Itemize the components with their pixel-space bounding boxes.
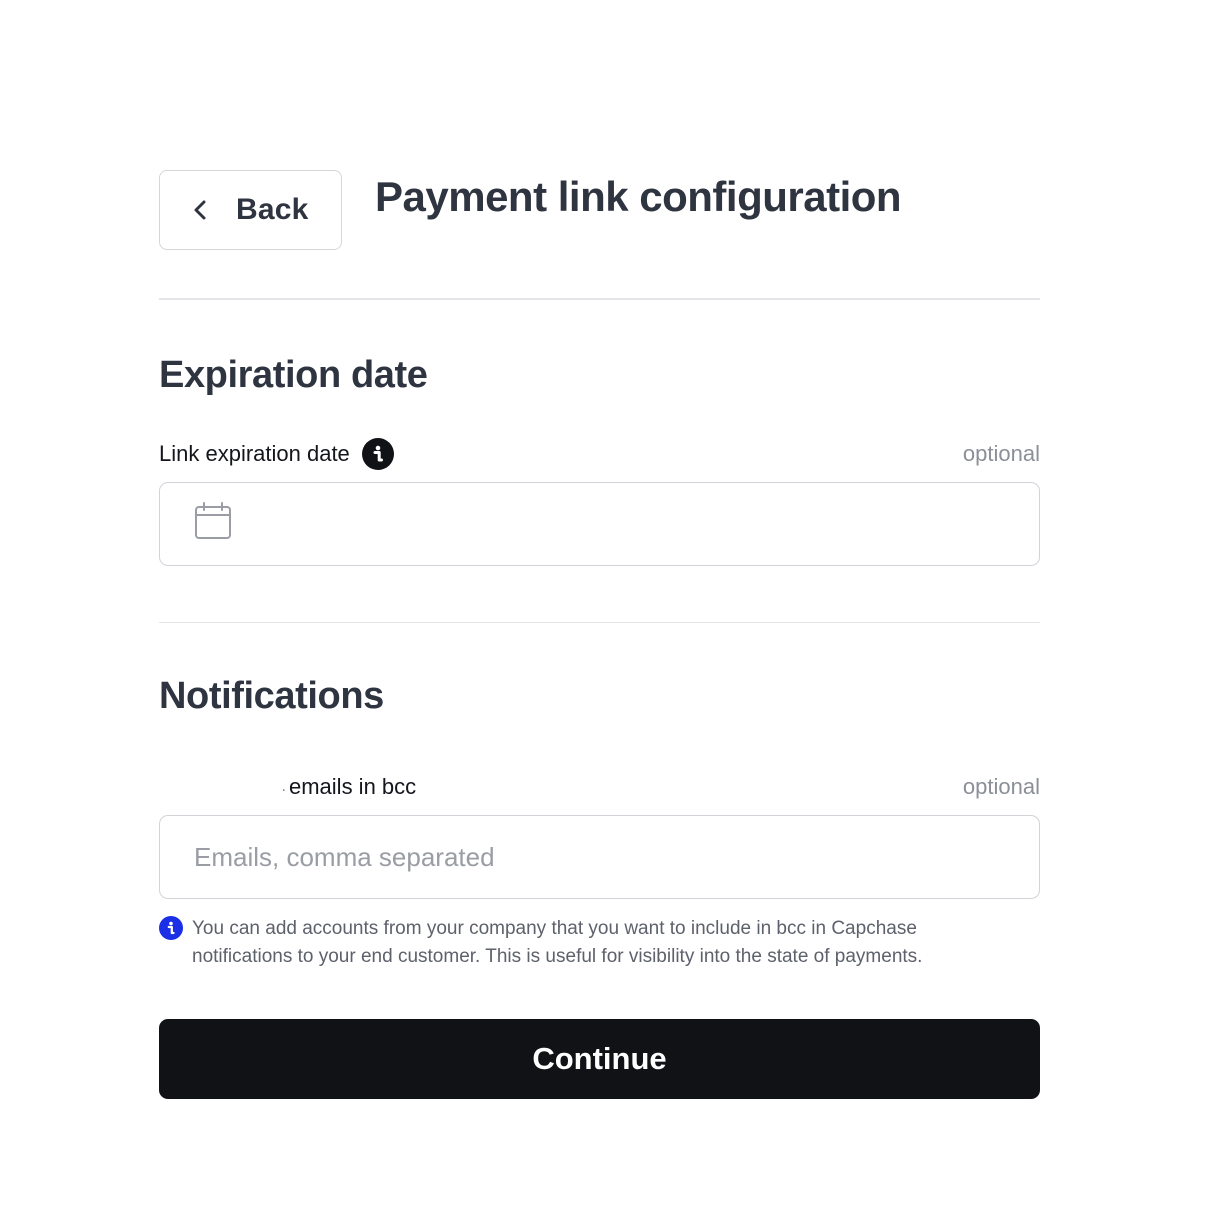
bcc-emails-input[interactable]: [159, 815, 1040, 899]
expiration-section-title: Expiration date: [159, 353, 428, 396]
info-icon: [159, 916, 183, 940]
optional-label: optional: [962, 440, 1040, 466]
continue-button[interactable]: Continue: [159, 1019, 1040, 1099]
chevron-left-icon: [190, 200, 210, 220]
expiration-date-picker[interactable]: [159, 481, 1040, 566]
bcc-field-label: . emails in bcc: [159, 774, 417, 800]
header: Back Payment link configuration: [159, 170, 1040, 250]
back-button[interactable]: Back: [159, 170, 342, 250]
page: Back Payment link configuration Expirati…: [0, 0, 1226, 1230]
page-title: Payment link configuration: [375, 173, 902, 220]
optional-label: optional: [962, 774, 1040, 799]
expiration-label-text: Link expiration date: [159, 440, 350, 466]
bcc-help: You can add accounts from your company t…: [159, 915, 1040, 971]
back-button-label: Back: [236, 193, 309, 226]
divider: [159, 298, 1040, 300]
info-icon[interactable]: [361, 437, 394, 470]
bcc-label-text: emails in bcc: [289, 774, 417, 799]
divider: [159, 621, 1040, 623]
expiration-label-row: Link expiration date optional: [159, 437, 1040, 470]
expiration-field-label: Link expiration date: [159, 437, 394, 470]
bcc-help-text: You can add accounts from your company t…: [192, 918, 923, 967]
bcc-label-prefix: .: [281, 778, 286, 795]
payment-link-form: Back Payment link configuration Expirati…: [159, 170, 1040, 1099]
calendar-icon: [194, 502, 232, 545]
bcc-label-row: . emails in bcc optional: [159, 771, 1040, 803]
notifications-section-title: Notifications: [159, 675, 384, 717]
